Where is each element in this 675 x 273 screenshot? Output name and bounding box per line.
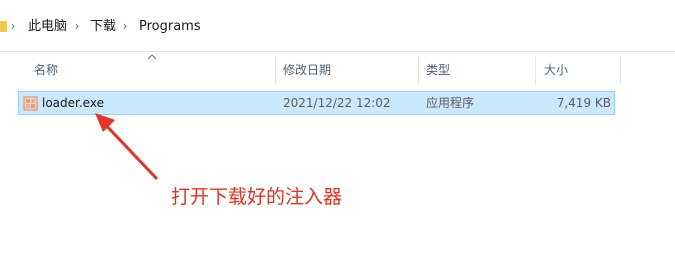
annotation-text: 打开下载好的注入器: [171, 186, 343, 208]
annotation-arrow: [95, 113, 158, 180]
